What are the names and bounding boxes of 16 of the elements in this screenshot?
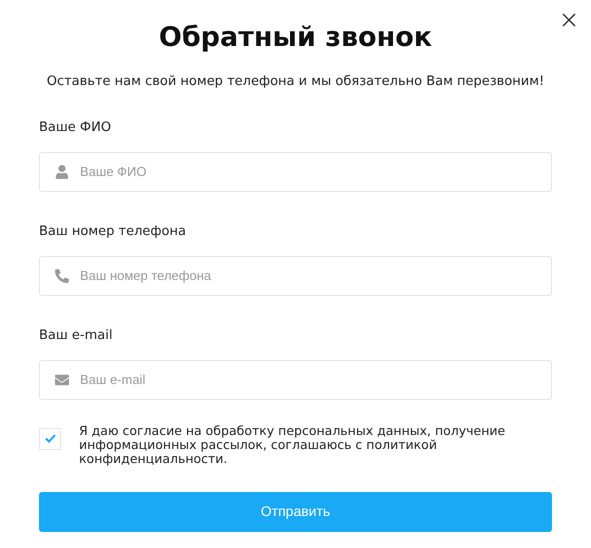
field-label: Ваше ФИО	[39, 118, 112, 136]
field-label: Ваш номер телефона	[39, 222, 186, 240]
check-icon	[44, 434, 56, 443]
input-field[interactable]: Ваш номер телефона	[39, 256, 552, 296]
field-label: Ваш e-mail	[39, 326, 112, 344]
consent-text: Я даю согласие на обработку персональных данных, получение информационных рассылок, соглашаюсь с политикой конфиденциальности.	[79, 424, 506, 466]
close-icon	[562, 13, 576, 27]
consent-checkbox[interactable]	[39, 428, 61, 450]
submit-button[interactable]: Отправить	[39, 492, 552, 532]
envelope-icon	[55, 372, 69, 386]
input-field[interactable]: Ваше ФИО	[39, 152, 552, 192]
subtitle: Оставьте нам свой номер телефона и мы обязательно Вам перезвоним!	[46, 73, 544, 91]
phone-icon	[55, 268, 69, 282]
input-field[interactable]: Ваш e-mail	[39, 360, 552, 400]
person-icon	[55, 164, 69, 178]
dialog-title: Обратный звонок	[158, 21, 432, 55]
